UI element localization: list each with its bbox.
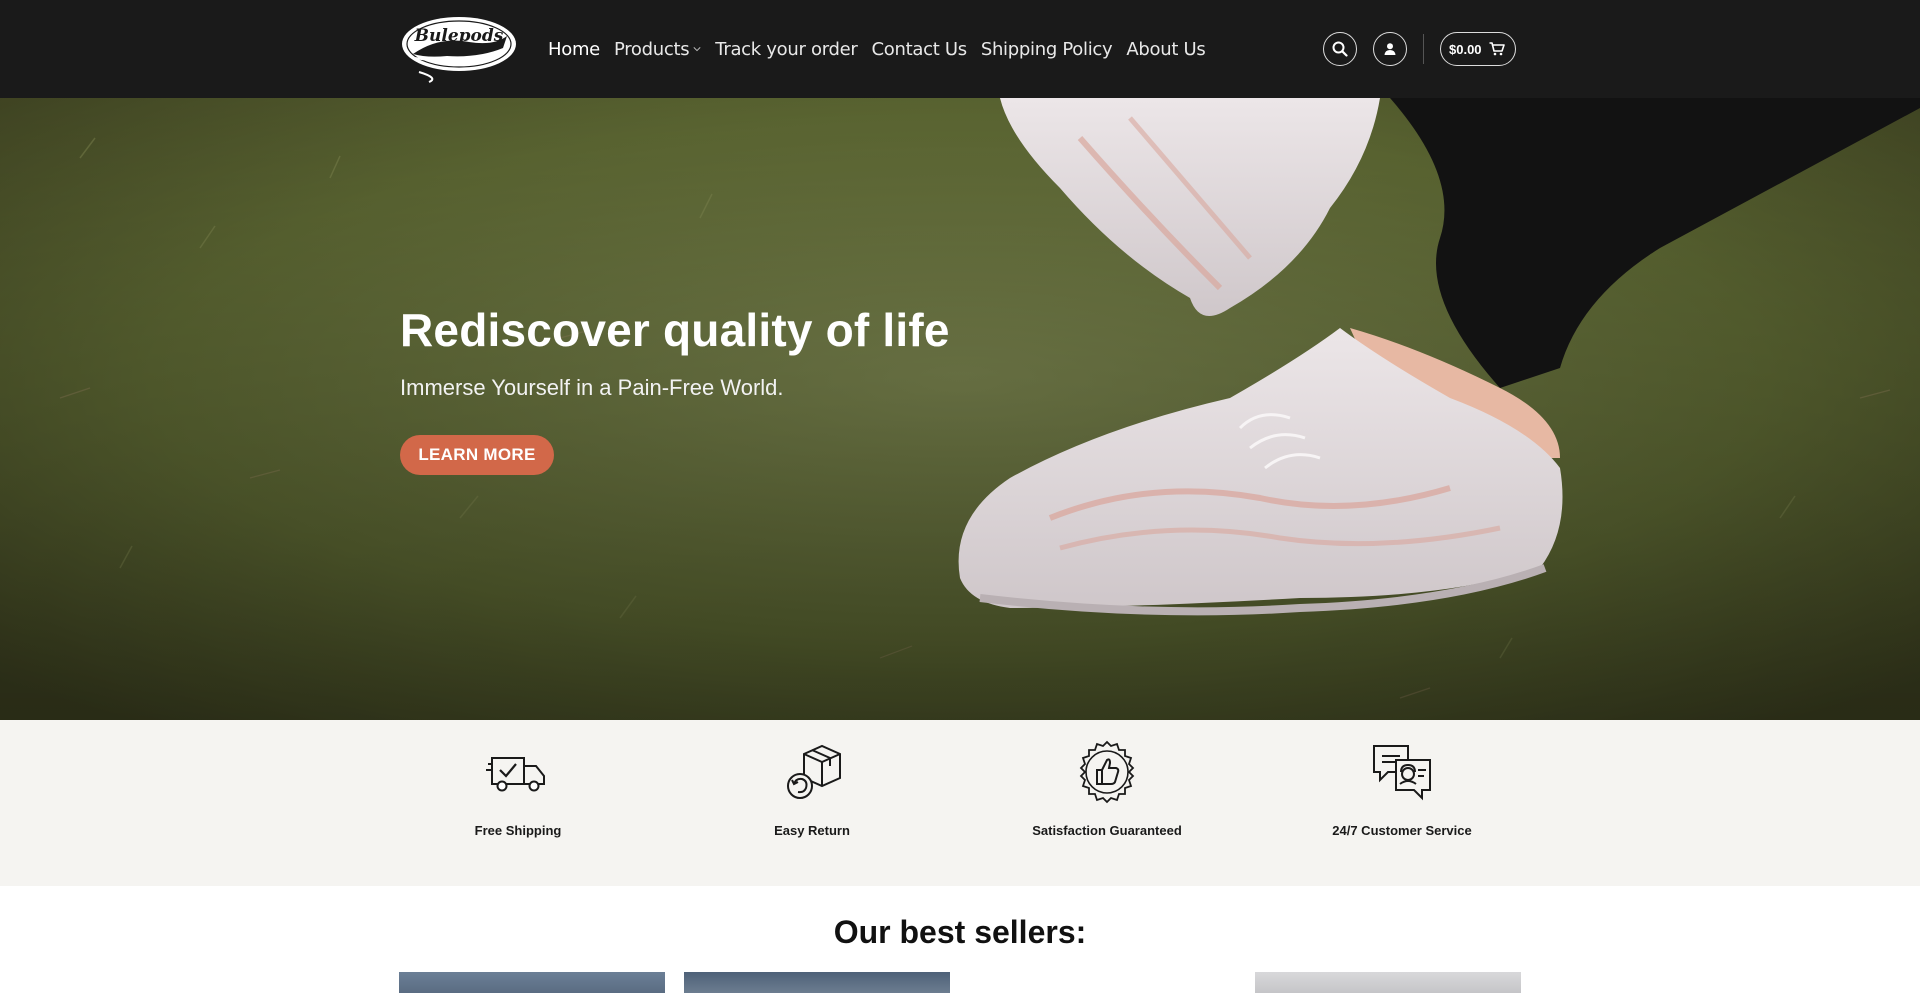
- chat-support-icon: [1373, 745, 1431, 801]
- nav-about-us[interactable]: About Us: [1126, 39, 1205, 60]
- logo-wordmark: Bulepods: [414, 26, 504, 46]
- nav-about-us-label: About Us: [1126, 38, 1206, 60]
- feature-label: Satisfaction Guaranteed: [1032, 823, 1182, 838]
- nav-contact-us[interactable]: Contact Us: [871, 38, 968, 60]
- feature-easy-return: Easy Return: [680, 720, 940, 886]
- cart-icon: [1489, 42, 1505, 56]
- hero-subtitle: Immerse Yourself in a Pain-Free World.: [400, 375, 784, 400]
- product-card[interactable]: [1255, 972, 1521, 993]
- nav-home-label: Home: [548, 38, 600, 60]
- account-button[interactable]: [1373, 32, 1407, 66]
- site-header: Bulepods Home Products Track your order …: [0, 0, 1920, 98]
- feature-satisfaction-guaranteed: Satisfaction Guaranteed: [975, 720, 1235, 886]
- features-strip: Free Shipping Easy Return Satisfaction G…: [0, 720, 1920, 886]
- cart-total: $0.00: [1449, 41, 1482, 57]
- main-nav: Home Products Track your order Contact U…: [548, 0, 1219, 98]
- hero-banner: Rediscover quality of life Immerse Yours…: [0, 98, 1920, 720]
- nav-contact-us-label: Contact Us: [871, 38, 968, 60]
- cart-button[interactable]: $0.00: [1440, 32, 1516, 66]
- nav-shipping-policy[interactable]: Shipping Policy: [981, 39, 1113, 60]
- learn-more-button[interactable]: LEARN MORE: [400, 435, 554, 475]
- nav-home[interactable]: Home: [548, 39, 600, 60]
- search-button[interactable]: [1323, 32, 1357, 66]
- product-card[interactable]: [684, 972, 950, 993]
- nav-products-label: Products: [613, 38, 690, 60]
- hero-title: Rediscover quality of life: [400, 304, 950, 356]
- user-icon: [1384, 43, 1396, 55]
- hero-background-image: [0, 98, 1920, 720]
- search-icon: [1332, 41, 1348, 57]
- feature-customer-service: 24/7 Customer Service: [1270, 720, 1530, 886]
- nav-track-order-label: Track your order: [715, 38, 858, 60]
- feature-label: 24/7 Customer Service: [1332, 823, 1472, 838]
- site-logo[interactable]: Bulepods: [399, 14, 519, 84]
- feature-label: Easy Return: [774, 823, 850, 838]
- return-box-icon: [787, 744, 841, 799]
- product-card[interactable]: [399, 972, 665, 993]
- chevron-down-icon: [693, 47, 701, 52]
- nav-shipping-policy-label: Shipping Policy: [980, 38, 1113, 60]
- best-sellers-title: Our best sellers:: [833, 914, 1087, 950]
- header-actions: $0.00: [1323, 32, 1516, 66]
- header-divider: [1423, 34, 1424, 64]
- delivery-truck-icon: [486, 757, 545, 792]
- thumbs-up-badge-icon: [1079, 740, 1135, 804]
- nav-track-order[interactable]: Track your order: [715, 38, 858, 60]
- feature-free-shipping: Free Shipping: [386, 720, 646, 886]
- feature-label: Free Shipping: [474, 823, 562, 838]
- nav-products[interactable]: Products: [614, 39, 701, 60]
